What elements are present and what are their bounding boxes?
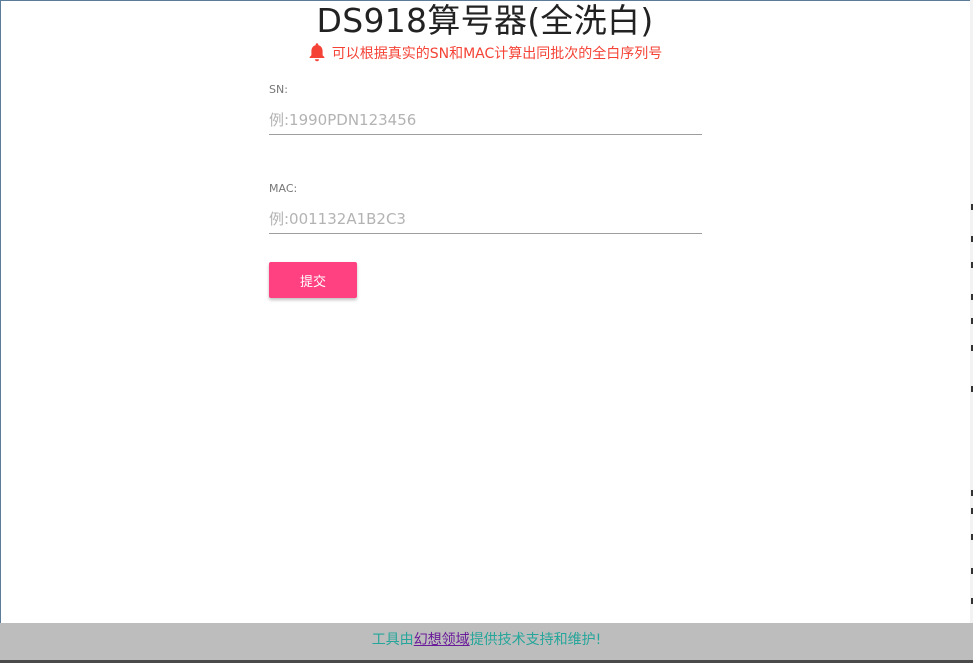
submit-button[interactable]: 提交 <box>269 262 357 298</box>
sn-label: SN: <box>269 83 288 96</box>
bell-icon <box>308 43 332 62</box>
footer-link[interactable]: 幻想领域 <box>414 632 470 648</box>
footer: 工具由幻想领域提供技术支持和维护! <box>0 623 973 660</box>
notice-text: 可以根据真实的SN和MAC计算出同批次的全白序列号 <box>331 46 663 62</box>
footer-suffix: 提供技术支持和维护! <box>469 632 602 648</box>
page-title: DS918算号器(全洗白) <box>316 1 654 40</box>
notice-banner: 可以根据真实的SN和MAC计算出同批次的全白序列号 <box>1 42 969 64</box>
mac-label: MAC: <box>269 182 298 195</box>
app-window: DS918算号器(全洗白) 可以根据真实的SN和MAC计算出同批次的全白序列号 … <box>0 0 973 663</box>
footer-prefix: 工具由 <box>371 632 414 648</box>
mac-input[interactable] <box>269 205 702 234</box>
mac-field: MAC: <box>269 182 702 234</box>
sn-input[interactable] <box>269 106 702 135</box>
sn-field: SN: <box>269 83 702 135</box>
